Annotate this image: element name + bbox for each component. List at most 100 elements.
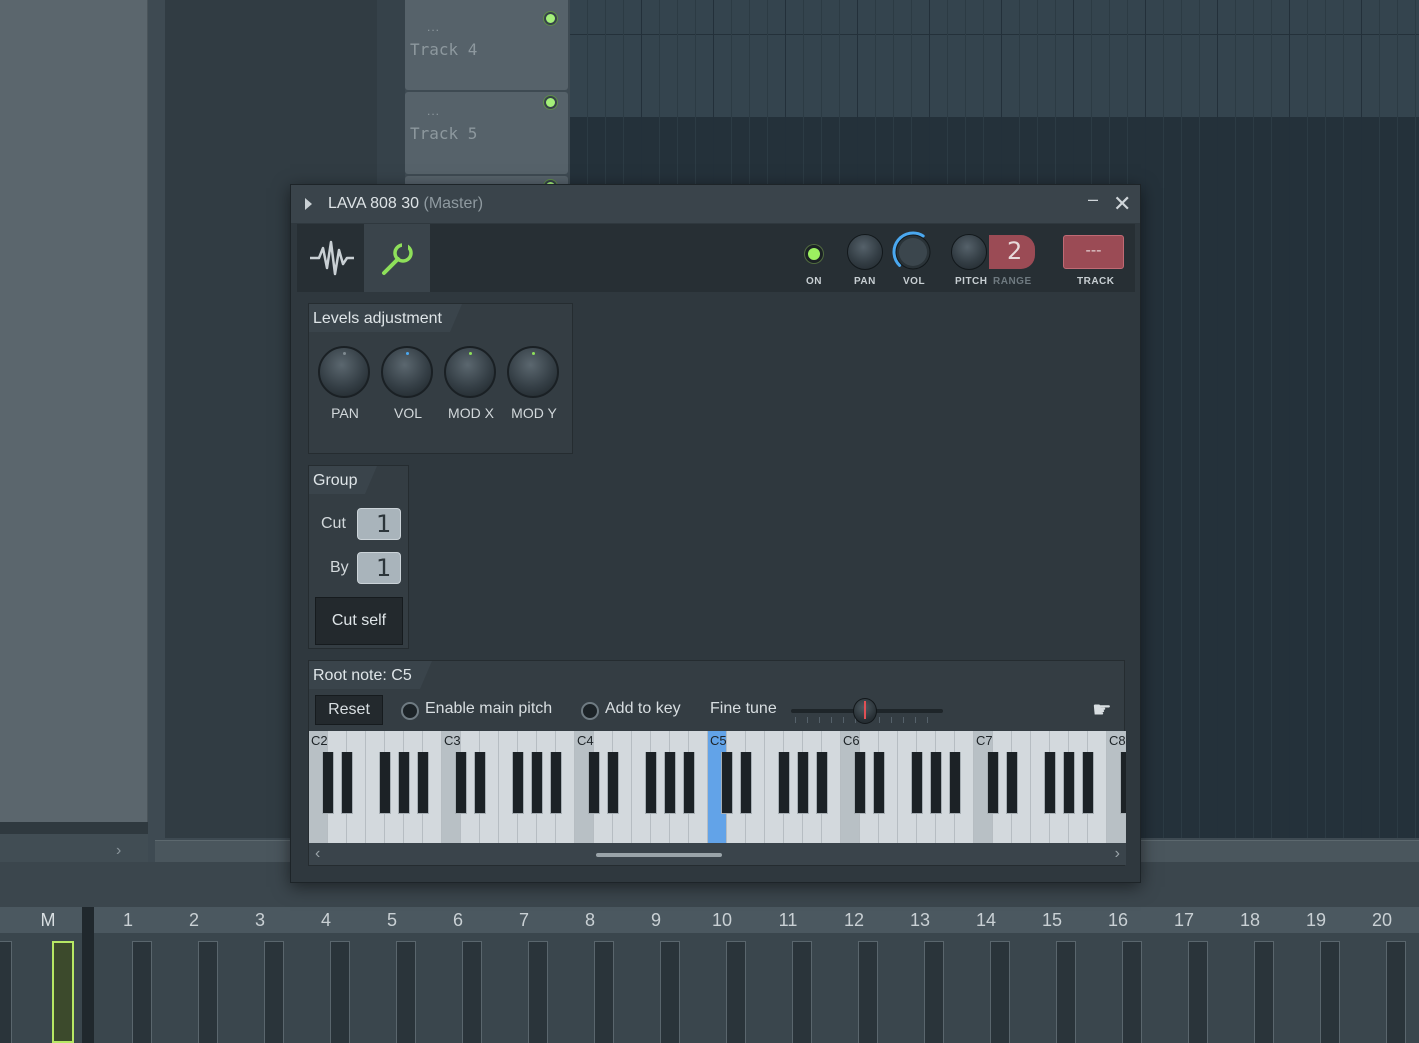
mixer-channel-number[interactable]: 8 — [575, 910, 605, 931]
mixer-channel-number[interactable]: 1 — [113, 910, 143, 931]
mixer-channel-number[interactable]: 12 — [839, 910, 869, 931]
piano-black-key[interactable] — [930, 752, 942, 814]
mixer-channel-fader[interactable] — [858, 941, 878, 1043]
levels-pan-knob[interactable] — [318, 346, 370, 398]
mixer-channel-fader[interactable] — [528, 941, 548, 1043]
track-mute-led[interactable] — [544, 96, 557, 109]
piano-scroll-thumb[interactable] — [596, 853, 722, 857]
enable-main-pitch-radio[interactable] — [401, 702, 419, 720]
close-icon[interactable]: ✕ — [1113, 191, 1131, 217]
piano-black-key[interactable] — [341, 752, 353, 814]
mixer-channel-number[interactable]: 5 — [377, 910, 407, 931]
mixer-channel-fader[interactable] — [594, 941, 614, 1043]
piano-keyboard[interactable]: C2 C3 C4 C5 C6 C7 C8 — [309, 731, 1126, 843]
piano-black-key[interactable] — [645, 752, 657, 814]
mixer-channel-fader[interactable] — [1122, 941, 1142, 1043]
piano-black-key[interactable] — [417, 752, 429, 814]
mixer-channel-number[interactable]: 7 — [509, 910, 539, 931]
tab-misc-functions[interactable] — [364, 224, 430, 292]
mixer-channel-number[interactable]: 14 — [971, 910, 1001, 931]
piano-black-key[interactable] — [1044, 752, 1056, 814]
mixer-channel-number[interactable]: 18 — [1235, 910, 1265, 931]
mixer-track-selector[interactable]: --- — [1063, 235, 1124, 269]
minimize-icon[interactable]: – — [1088, 189, 1098, 210]
piano-black-key[interactable] — [379, 752, 391, 814]
piano-black-key[interactable] — [512, 752, 524, 814]
levels-modx-knob[interactable] — [444, 346, 496, 398]
pitch-knob[interactable] — [951, 234, 987, 270]
cut-by-stepper[interactable]: 1 — [357, 552, 401, 584]
mixer-channel-fader[interactable] — [1386, 941, 1406, 1043]
scroll-right-icon[interactable]: › — [1115, 845, 1120, 863]
mixer-channel-number[interactable]: 11 — [773, 910, 803, 931]
reset-button[interactable]: Reset — [315, 695, 383, 725]
track-mute-led[interactable] — [544, 12, 557, 25]
piano-black-key[interactable] — [873, 752, 885, 814]
mixer-channel-fader[interactable] — [462, 941, 482, 1043]
mixer-channel-number[interactable]: 6 — [443, 910, 473, 931]
piano-black-key[interactable] — [588, 752, 600, 814]
tab-sample-settings[interactable] — [297, 224, 363, 292]
track-menu-dots[interactable]: ... — [427, 20, 440, 34]
mixer-channel-number[interactable]: 19 — [1301, 910, 1331, 931]
mixer-channel-number[interactable]: 10 — [707, 910, 737, 931]
piano-black-key[interactable] — [664, 752, 676, 814]
mixer-channel-number[interactable]: 4 — [311, 910, 341, 931]
mixer-channel-fader[interactable] — [198, 941, 218, 1043]
piano-black-key[interactable] — [1082, 752, 1094, 814]
piano-black-key[interactable] — [550, 752, 562, 814]
mixer-channel-fader[interactable] — [990, 941, 1010, 1043]
levels-mody-knob[interactable] — [507, 346, 559, 398]
mixer-channel-number[interactable]: 3 — [245, 910, 275, 931]
piano-black-key[interactable] — [398, 752, 410, 814]
mixer-channel-fader[interactable] — [1188, 941, 1208, 1043]
mixer-channel-fader[interactable] — [726, 941, 746, 1043]
playlist-track-5[interactable]: ... Track 5 — [405, 92, 568, 174]
piano-black-key[interactable] — [531, 752, 543, 814]
piano-black-key[interactable] — [797, 752, 809, 814]
pan-knob[interactable] — [847, 234, 883, 270]
mixer-channel-number[interactable]: 9 — [641, 910, 671, 931]
playlist-track-4[interactable]: ... Track 4 — [405, 8, 568, 90]
browser-expand-arrow-icon[interactable]: › — [116, 842, 121, 860]
piano-black-key[interactable] — [1120, 752, 1126, 814]
piano-black-key[interactable] — [683, 752, 695, 814]
mixer-channel-fader[interactable] — [0, 941, 12, 1043]
piano-black-key[interactable] — [949, 752, 961, 814]
piano-black-key[interactable] — [1063, 752, 1075, 814]
mixer-master-fader[interactable] — [52, 941, 74, 1043]
add-to-key-label[interactable]: Add to key — [605, 700, 681, 718]
window-menu-arrow-icon[interactable] — [305, 198, 312, 210]
browser-scrollbar[interactable] — [0, 822, 148, 834]
piano-black-key[interactable] — [721, 752, 733, 814]
mixer-master-label[interactable]: M — [33, 910, 63, 931]
piano-black-key[interactable] — [854, 752, 866, 814]
levels-vol-knob[interactable] — [381, 346, 433, 398]
mixer-channel-fader[interactable] — [660, 941, 680, 1043]
mixer-channel-number[interactable]: 16 — [1103, 910, 1133, 931]
mixer-channel-number[interactable]: 17 — [1169, 910, 1199, 931]
piano-black-key[interactable] — [474, 752, 486, 814]
mixer-channel-number[interactable]: 20 — [1367, 910, 1397, 931]
window-titlebar[interactable]: LAVA 808 30 (Master) – ✕ — [291, 185, 1140, 223]
mixer-channel-fader[interactable] — [132, 941, 152, 1043]
piano-black-key[interactable] — [987, 752, 999, 814]
piano-black-key[interactable] — [455, 752, 467, 814]
mixer-channel-fader[interactable] — [792, 941, 812, 1043]
piano-scrollbar[interactable]: ‹ › — [309, 843, 1126, 865]
hand-pointer-icon[interactable]: ☛ — [1092, 697, 1112, 723]
mixer-channel-fader[interactable] — [396, 941, 416, 1043]
piano-black-key[interactable] — [322, 752, 334, 814]
track-menu-dots[interactable]: ... — [427, 104, 440, 118]
piano-black-key[interactable] — [1006, 752, 1018, 814]
enable-main-pitch-label[interactable]: Enable main pitch — [425, 700, 552, 718]
scroll-left-icon[interactable]: ‹ — [315, 845, 320, 863]
piano-black-key[interactable] — [911, 752, 923, 814]
vol-knob[interactable] — [891, 230, 935, 274]
mixer-channel-number[interactable]: 2 — [179, 910, 209, 931]
piano-black-key[interactable] — [778, 752, 790, 814]
mixer-channel-fader[interactable] — [924, 941, 944, 1043]
mixer-channel-number[interactable]: 13 — [905, 910, 935, 931]
channel-on-led[interactable] — [805, 245, 823, 263]
piano-black-key[interactable] — [607, 752, 619, 814]
